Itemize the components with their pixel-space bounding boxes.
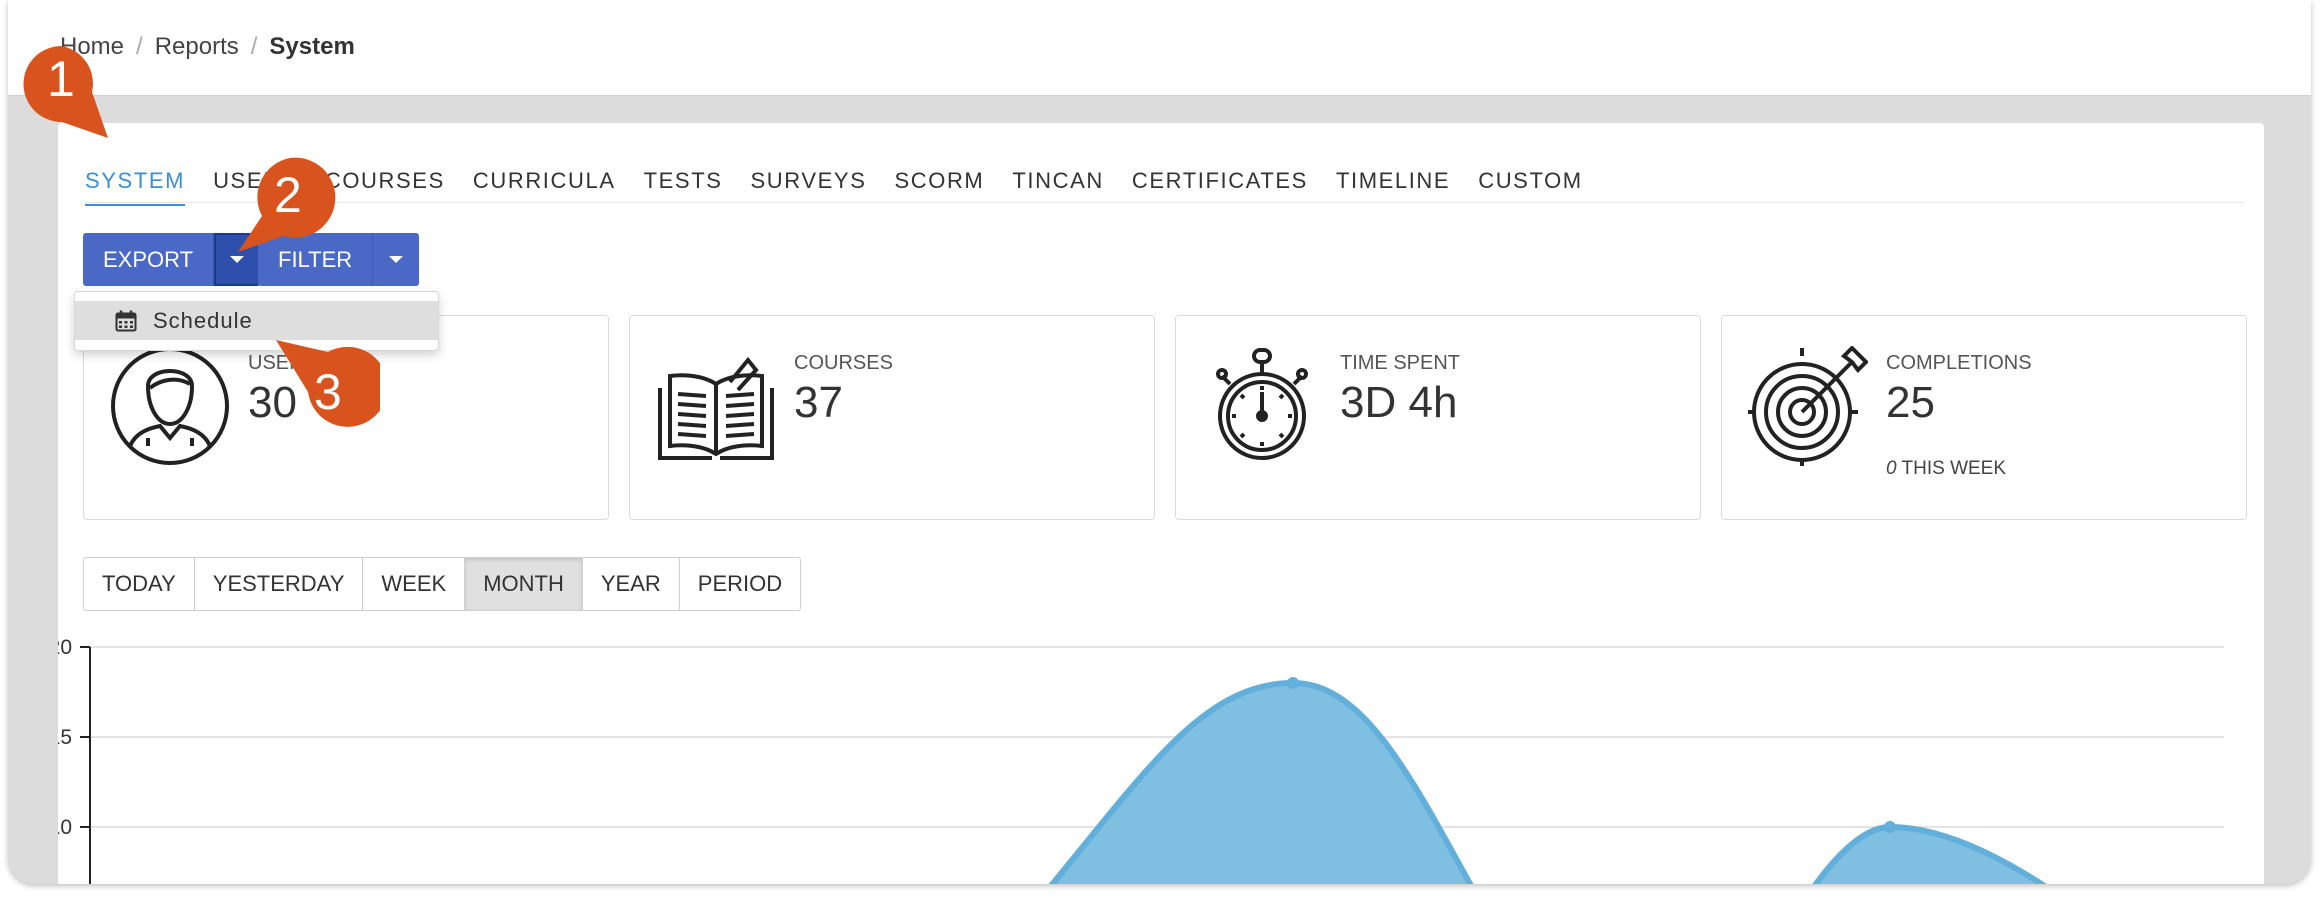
tabs-divider [85,202,2244,203]
completions-this-week: 0 THIS WEEK [1886,458,2006,480]
y-tick-label: 20 [58,636,72,659]
chart-area [1048,679,2047,884]
app-frame: Home / Reports / System SYSTEM USERS COU… [8,0,2311,884]
tab-system[interactable]: SYSTEM [85,168,186,206]
caret-down-icon [389,256,404,263]
chart-point[interactable] [1884,821,1896,833]
courses-card: COURSES 37 [629,315,1155,520]
export-dropdown-menu: Schedule [74,291,439,351]
period-yesterday[interactable]: YESTERDAY [195,558,364,610]
chart-point[interactable] [1287,677,1299,689]
tab-custom[interactable]: CUSTOM [1478,168,1583,206]
tab-courses[interactable]: COURSES [325,168,445,206]
callout-3-number: 3 [314,364,342,420]
breadcrumb-reports[interactable]: Reports [155,33,239,61]
top-bar: Home / Reports / System [8,0,2311,96]
time-spent-value: 3D 4h [1340,378,1458,427]
courses-value: 37 [794,378,843,427]
open-book-icon [656,346,776,466]
period-period[interactable]: PERIOD [680,558,800,610]
breadcrumb-separator: / [250,33,258,60]
schedule-menu-item[interactable]: Schedule [75,301,438,340]
completions-card: COMPLETIONS 25 0 THIS WEEK [1721,315,2247,520]
period-year[interactable]: YEAR [583,558,680,610]
activity-chart: 20 15 10 [58,636,2224,884]
y-tick-label: 10 [58,816,72,839]
callout-1: 1 [14,44,114,144]
tab-scorm[interactable]: SCORM [894,168,984,206]
user-icon [110,346,230,466]
y-tick-label: 15 [58,726,72,749]
tab-tests[interactable]: TESTS [644,168,723,206]
time-spent-label: TIME SPENT [1340,352,1461,374]
breadcrumb-separator: / [136,33,143,60]
tab-curricula[interactable]: CURRICULA [473,168,616,206]
tab-certificates[interactable]: CERTIFICATES [1132,168,1308,206]
week-label: THIS WEEK [1896,458,2007,479]
callout-2: 2 [220,156,340,261]
completions-value: 25 [1886,378,1935,427]
report-panel: SYSTEM USERS COURSES CURRICULA TESTS SUR… [58,123,2264,884]
period-month[interactable]: MONTH [465,558,583,610]
stopwatch-icon [1202,346,1322,466]
callout-1-number: 1 [47,51,75,107]
period-today[interactable]: TODAY [84,558,195,610]
calendar-icon [115,310,137,332]
export-button[interactable]: EXPORT [83,233,214,286]
tab-surveys[interactable]: SURVEYS [751,168,867,206]
period-week[interactable]: WEEK [363,558,466,610]
breadcrumb-current: System [269,33,355,60]
schedule-label: Schedule [153,307,253,333]
target-icon [1746,345,1869,468]
completions-label: COMPLETIONS [1886,352,2032,374]
week-count: 0 [1886,458,1897,479]
tab-timeline[interactable]: TIMELINE [1336,168,1450,206]
callout-3: 3 [270,330,388,440]
time-spent-card: TIME SPENT 3D 4h [1175,315,1701,520]
courses-label: COURSES [794,352,893,374]
callout-2-number: 2 [274,167,302,223]
period-selector: TODAY YESTERDAY WEEK MONTH YEAR PERIOD [83,557,802,611]
tab-tincan[interactable]: TINCAN [1012,168,1104,206]
filter-dropdown-toggle[interactable] [372,233,420,286]
